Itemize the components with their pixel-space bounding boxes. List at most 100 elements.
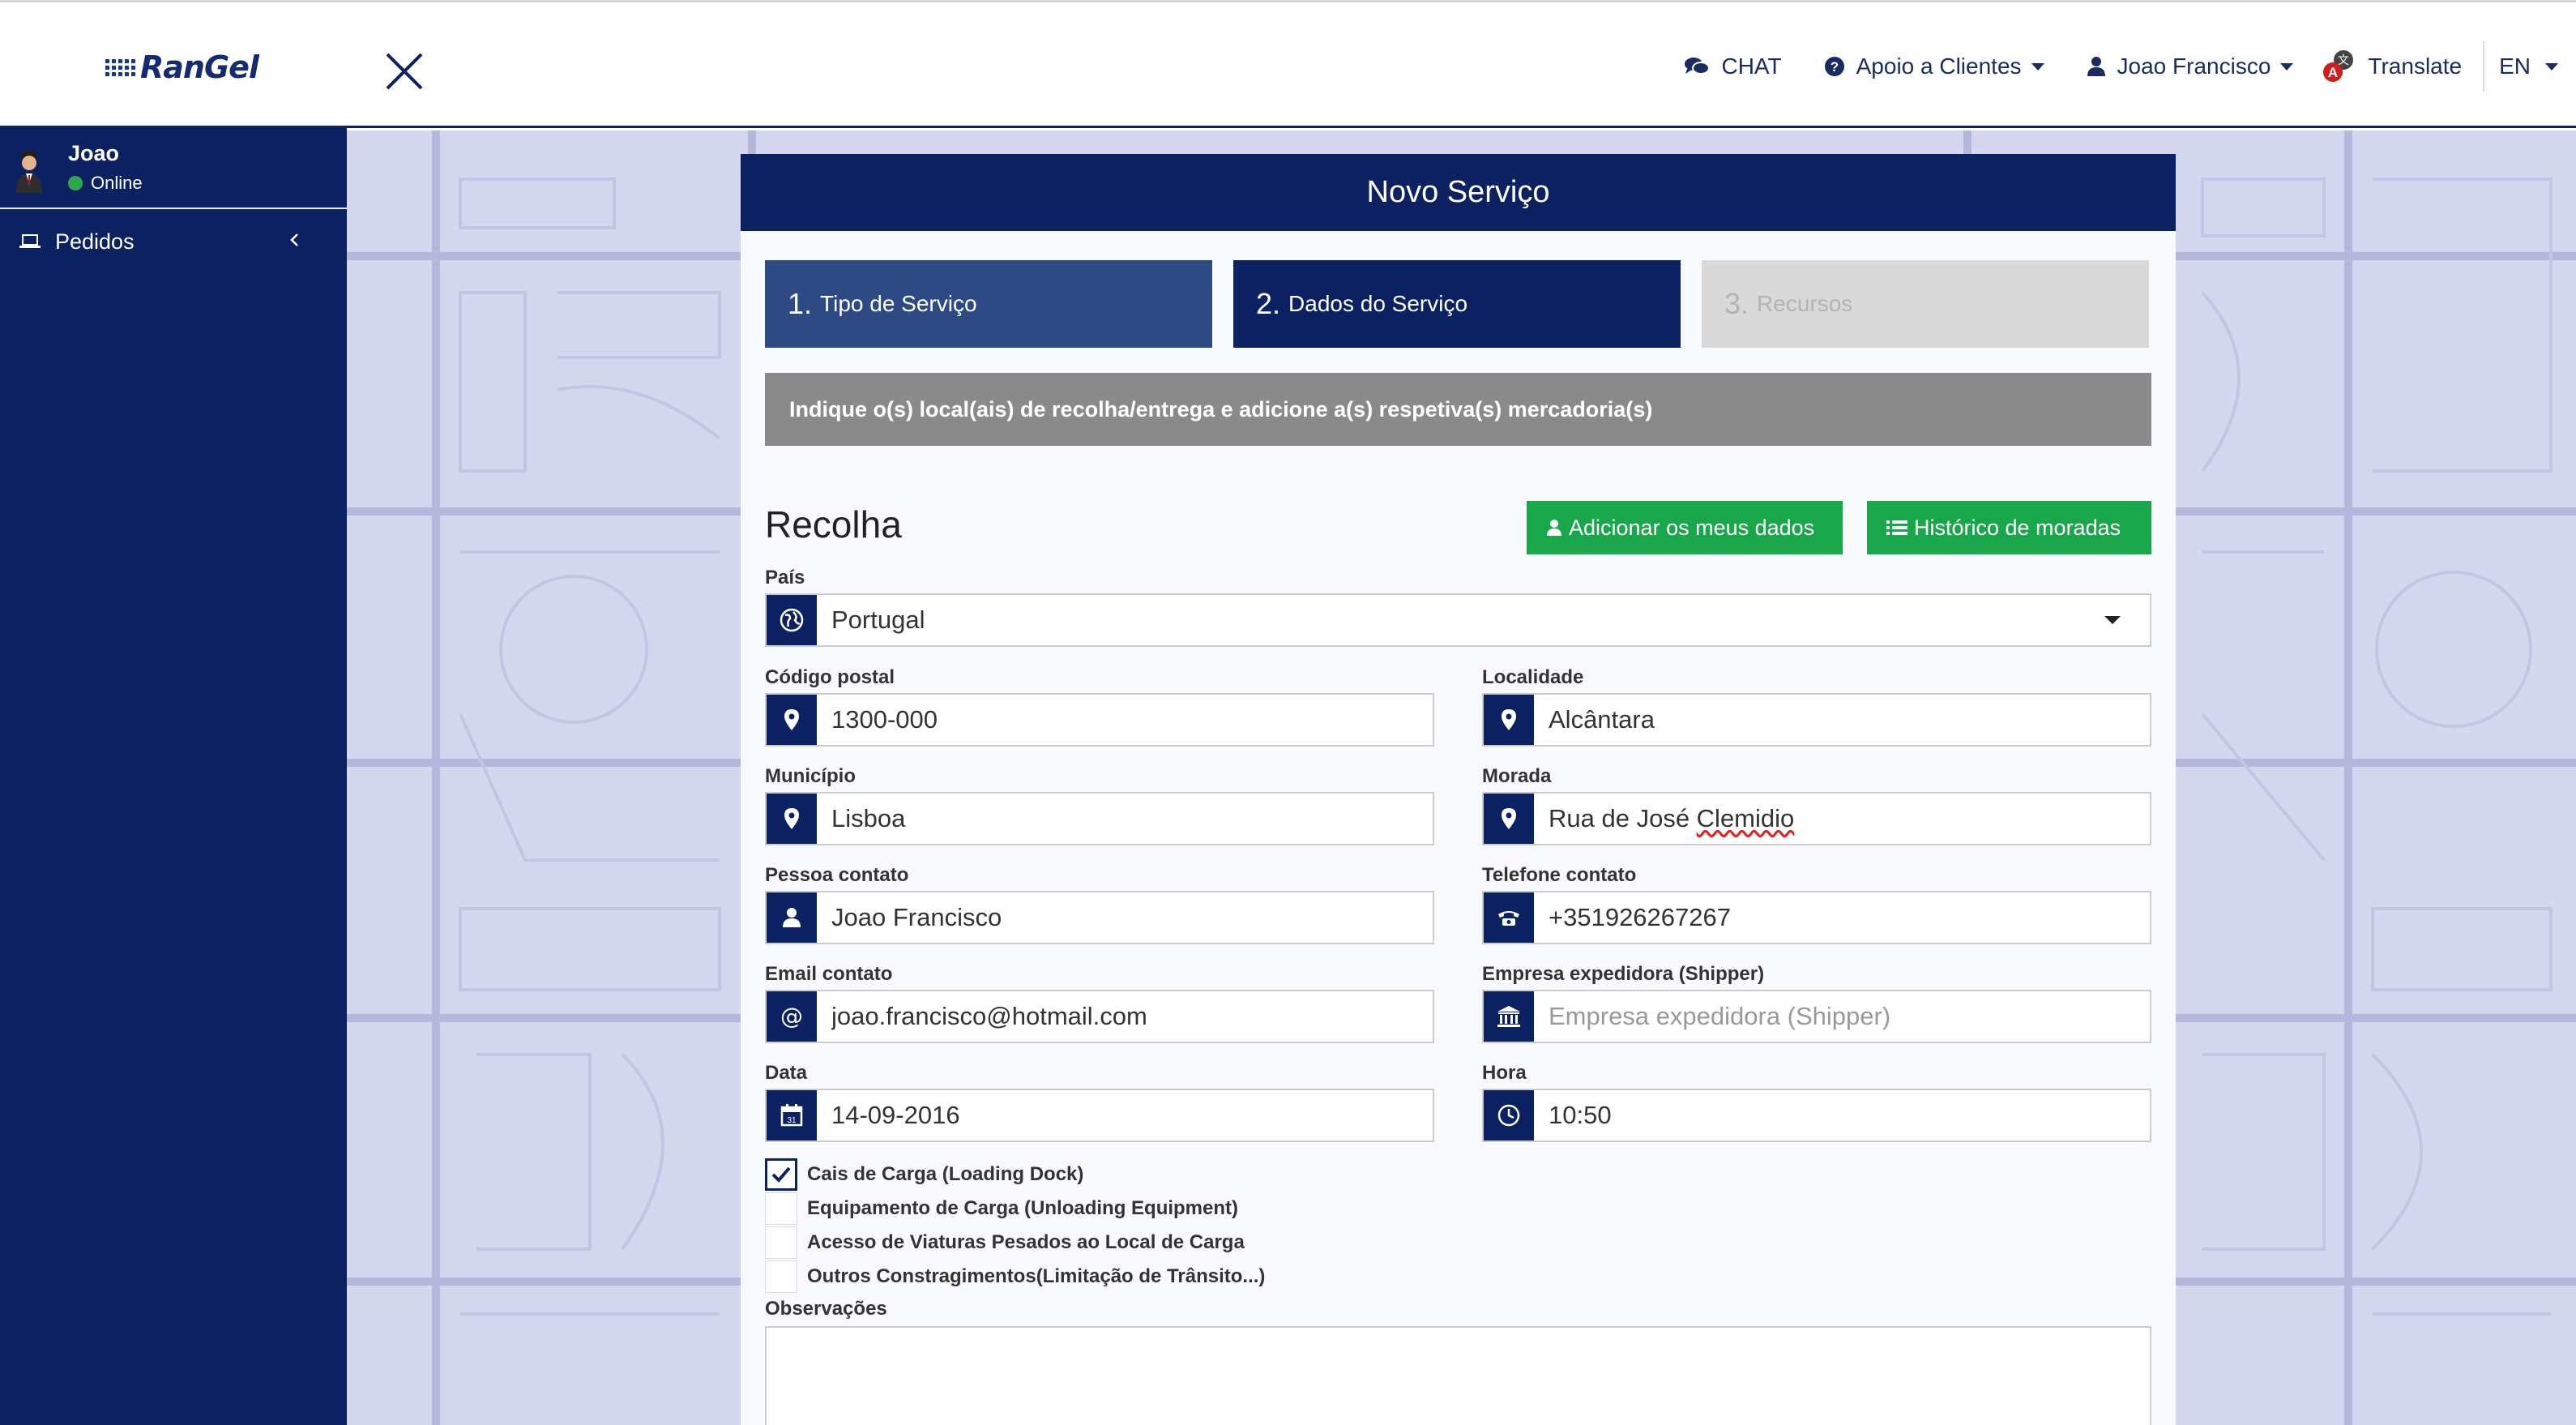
globe-icon — [767, 595, 817, 645]
svg-text:@: @ — [780, 1003, 803, 1029]
morada-field[interactable]: Rua de José Clemidio — [1482, 792, 2151, 845]
online-dot-icon — [68, 176, 83, 190]
phone-icon — [1484, 892, 1534, 943]
clock-icon — [1484, 1090, 1534, 1140]
telefone-contato-input[interactable] — [1534, 892, 2150, 943]
chat-icon — [1685, 58, 1711, 75]
constraints-checklist: Cais de Carga (Loading Dock) Equipamento… — [765, 1158, 1265, 1294]
checkbox[interactable] — [765, 1158, 797, 1191]
morada-input[interactable]: Rua de José Clemidio — [1534, 804, 2150, 833]
checkbox-label: Outros Constragimentos(Limitação de Trân… — [807, 1265, 1266, 1287]
checkbox-heavy-vehicle-access[interactable]: Acesso de Viaturas Pesados ao Local de C… — [765, 1226, 1265, 1260]
municipio-label: Município — [765, 765, 856, 787]
step-tipo-servico[interactable]: 1. Tipo de Serviço — [765, 260, 1212, 348]
logo-text: RanGel — [140, 49, 259, 85]
email-contato-field[interactable]: @ — [765, 990, 1434, 1043]
codigo-postal-label: Código postal — [765, 666, 895, 688]
user-dropdown[interactable]: Joao Francisco — [2065, 2, 2315, 131]
localidade-input[interactable] — [1534, 695, 2150, 745]
observacoes-label: Observações — [765, 1298, 887, 1320]
user-name: Joao — [68, 141, 120, 165]
map-marker-icon — [767, 794, 817, 844]
pessoa-contato-label: Pessoa contato — [765, 864, 909, 886]
translate-label: Translate — [2368, 53, 2463, 79]
calendar-icon: 31 — [767, 1090, 817, 1140]
translate-icon: 文A — [2323, 50, 2354, 82]
chevron-left-icon[interactable] — [288, 232, 300, 248]
section-title: Recolha — [765, 503, 902, 546]
codigo-postal-input[interactable] — [817, 695, 1433, 745]
support-label: Apoio a Clientes — [1856, 53, 2022, 79]
sidebar-item-pedidos[interactable]: Pedidos — [0, 209, 347, 274]
support-dropdown[interactable]: ? Apoio a Clientes — [1803, 2, 2065, 131]
map-marker-icon — [767, 695, 817, 745]
top-nav: CHAT ? Apoio a Clientes Joao Francisco 文… — [1663, 2, 2576, 131]
chevron-down-icon — [2280, 62, 2294, 71]
avatar — [13, 146, 45, 195]
empresa-expedidora-field[interactable] — [1482, 990, 2151, 1043]
empresa-expedidora-input[interactable] — [1534, 991, 2150, 1042]
pessoa-contato-input[interactable] — [817, 892, 1433, 943]
checkbox[interactable] — [765, 1260, 797, 1293]
translate-link[interactable]: 文A Translate — [2314, 2, 2483, 131]
step-dados-servico[interactable]: 2. Dados do Serviço — [1233, 260, 1681, 348]
pais-value: Portugal — [831, 606, 925, 634]
chat-label: CHAT — [1721, 53, 1782, 79]
laptop-icon — [19, 234, 41, 248]
checkbox-other-constraints[interactable]: Outros Constragimentos(Limitação de Trân… — [765, 1260, 1265, 1294]
card-title: Novo Serviço — [741, 154, 2176, 231]
sidebar: Joao Online Pedidos — [0, 128, 347, 1425]
user-icon — [767, 892, 817, 943]
chevron-down-icon — [2031, 62, 2044, 71]
data-input[interactable] — [817, 1090, 1433, 1140]
observacoes-textarea[interactable] — [765, 1326, 2151, 1425]
at-icon: @ — [767, 991, 817, 1042]
add-my-data-button[interactable]: Adicionar os meus dados — [1527, 501, 1843, 554]
user-icon — [2087, 57, 2105, 76]
hora-input[interactable] — [1534, 1090, 2150, 1140]
telefone-contato-field[interactable] — [1482, 891, 2151, 944]
hora-field[interactable] — [1482, 1089, 2151, 1142]
checkbox[interactable] — [765, 1192, 797, 1225]
step-recursos[interactable]: 3. Recursos — [1702, 260, 2149, 348]
user-label: Joao Francisco — [2117, 53, 2271, 79]
municipio-input[interactable] — [817, 794, 1433, 844]
morada-label: Morada — [1482, 765, 1552, 787]
hora-label: Hora — [1482, 1062, 1527, 1084]
codigo-postal-field[interactable] — [765, 693, 1434, 747]
status-text: Online — [91, 173, 143, 193]
close-icon[interactable] — [382, 49, 426, 93]
language-dropdown[interactable]: EN — [2484, 2, 2576, 131]
language-label: EN — [2499, 53, 2531, 79]
top-bar: RanGel CHAT ? Apoio a Clientes Joao Fran… — [0, 0, 2576, 128]
logo-dots-icon — [105, 58, 135, 76]
municipio-field[interactable] — [765, 792, 1434, 845]
step-label: Recursos — [1757, 291, 1853, 316]
help-icon: ? — [1824, 57, 1844, 76]
pais-select[interactable]: Portugal — [765, 593, 2151, 647]
email-contato-input[interactable] — [817, 991, 1433, 1042]
checkbox-label: Equipamento de Carga (Unloading Equipmen… — [807, 1197, 1239, 1219]
empresa-expedidora-label: Empresa expedidora (Shipper) — [1482, 963, 1765, 985]
user-panel: Joao Online — [0, 128, 347, 209]
localidade-field[interactable] — [1482, 693, 2151, 747]
status-badge: Online — [68, 173, 143, 194]
email-contato-label: Email contato — [765, 963, 893, 985]
list-icon — [1886, 520, 1907, 535]
chat-link[interactable]: CHAT — [1663, 2, 1802, 131]
data-field[interactable]: 31 — [765, 1089, 1434, 1142]
chevron-down-icon — [2104, 616, 2121, 624]
svg-text:A: A — [2328, 65, 2338, 80]
address-history-button[interactable]: Histórico de moradas — [1867, 501, 2151, 554]
checkbox-loading-dock[interactable]: Cais de Carga (Loading Dock) — [765, 1158, 1265, 1192]
institution-icon — [1484, 991, 1534, 1042]
map-marker-icon — [1484, 695, 1534, 745]
pessoa-contato-field[interactable] — [765, 891, 1434, 944]
step-label: Dados do Serviço — [1288, 291, 1468, 316]
checkbox-unloading-equipment[interactable]: Equipamento de Carga (Unloading Equipmen… — [765, 1192, 1265, 1226]
instructions-bar: Indique o(s) local(ais) de recolha/entre… — [765, 373, 2151, 446]
checkbox[interactable] — [765, 1226, 797, 1259]
rangel-logo[interactable]: RanGel — [105, 49, 259, 85]
map-marker-icon — [1484, 794, 1534, 844]
data-label: Data — [765, 1062, 808, 1084]
